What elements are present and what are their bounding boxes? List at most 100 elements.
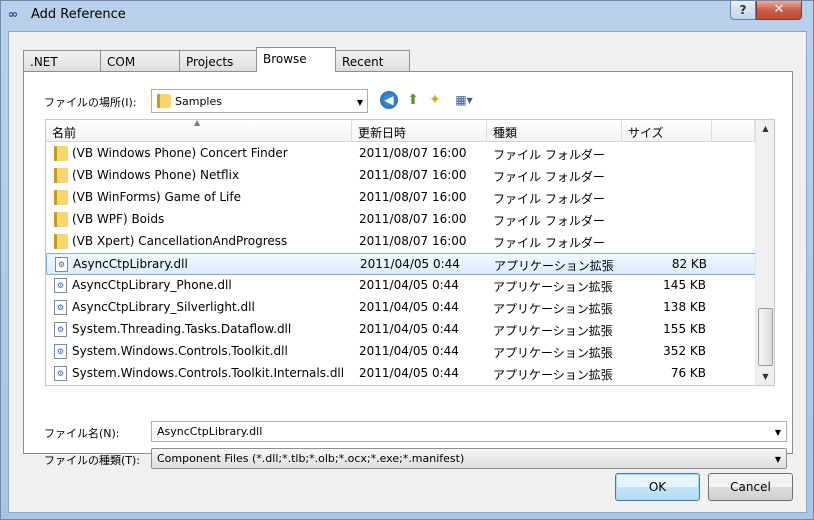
column-header-size[interactable]: サイズ — [622, 120, 712, 142]
up-folder-icon[interactable]: ⬆ — [404, 91, 422, 109]
file-row[interactable]: ⚙ System.Windows.Controls.Toolkit.dll 2011… — [46, 341, 756, 363]
help-button[interactable]: ? — [730, 1, 756, 20]
file-date: 2011/08/07 16:00 — [359, 212, 467, 226]
folder-icon — [54, 234, 68, 249]
file-list: ▲ 名前 更新日時 種類 サイズ (VB Windows Phone) Conc… — [45, 119, 775, 386]
file-name: (VB WPF) Boids — [72, 212, 165, 226]
views-menu-icon[interactable]: ▦▾ — [450, 91, 478, 109]
tab-projects[interactable]: Projects — [179, 50, 257, 72]
ok-button[interactable]: OK — [615, 473, 700, 501]
file-type: ファイル フォルダー — [493, 170, 605, 184]
file-type: アプリケーション拡張 — [493, 280, 613, 294]
back-icon[interactable]: ◀ — [380, 91, 398, 109]
filetype-label: ファイルの種類(T): — [44, 454, 141, 467]
dialog-body: .NET COM Projects Browse Recent ファイルの場所(… — [8, 31, 807, 513]
chevron-down-icon: ▼ — [774, 455, 781, 464]
filetype-value: Component Files (*.dll;*.tlb;*.olb;*.ocx… — [157, 452, 465, 465]
file-name: System.Threading.Tasks.Dataflow.dll — [72, 322, 292, 336]
file-size: 138 KB — [663, 300, 706, 314]
window-title: Add Reference — [31, 7, 126, 22]
scroll-thumb[interactable] — [758, 308, 773, 366]
column-header-label: 名前 — [52, 126, 77, 140]
file-date: 2011/08/07 16:00 — [359, 234, 467, 248]
file-row[interactable]: (VB Windows Phone) Concert Finder 2011/08… — [46, 143, 756, 165]
chevron-down-icon[interactable]: ▼ — [775, 428, 781, 437]
file-name: (VB Xpert) CancellationAndProgress — [72, 234, 288, 248]
visual-studio-icon: ∞ — [8, 7, 18, 21]
column-header-type[interactable]: 種類 — [487, 120, 622, 142]
file-date: 2011/08/07 16:00 — [359, 168, 467, 182]
file-name: AsyncCtpLibrary.dll — [73, 257, 188, 271]
tab-com[interactable]: COM — [100, 50, 180, 72]
tab-browse[interactable]: Browse — [256, 47, 336, 72]
file-row[interactable]: (VB Xpert) CancellationAndProgress 2011/0… — [46, 231, 756, 253]
file-name: (VB WinForms) Game of Life — [72, 190, 242, 204]
file-date: 2011/04/05 0:44 — [359, 366, 459, 380]
file-size: 82 KB — [671, 257, 707, 271]
scroll-up-icon[interactable]: ▲ — [756, 120, 774, 137]
file-date: 2011/04/05 0:44 — [359, 278, 459, 292]
file-type: ファイル フォルダー — [493, 214, 605, 228]
browse-panel: ファイルの場所(I): Samples ▼ ◀ ⬆ ✦ ▦▾ ▲ 名前 更新日時… — [23, 71, 793, 469]
folder-icon — [54, 146, 68, 161]
sort-ascending-icon: ▲ — [194, 119, 201, 127]
file-type: アプリケーション拡張 — [494, 259, 614, 273]
file-date: 2011/04/05 0:44 — [359, 300, 459, 314]
dll-file-icon: ⚙ — [54, 366, 67, 381]
file-row[interactable]: (VB WPF) Boids 2011/08/07 16:00 ファイル フォルダー — [46, 209, 756, 231]
tab-net[interactable]: .NET — [23, 50, 101, 72]
file-row[interactable]: ⚙ AsyncCtpLibrary_Phone.dll 2011/04/05 0:4… — [46, 275, 756, 297]
tab-recent[interactable]: Recent — [335, 50, 410, 72]
column-header-date[interactable]: 更新日時 — [352, 120, 487, 142]
file-type: ファイル フォルダー — [493, 148, 605, 162]
file-row[interactable]: ⚙ AsyncCtpLibrary_Silverlight.dll 2011/04/… — [46, 297, 756, 319]
vertical-scrollbar[interactable]: ▲ ▼ — [755, 120, 774, 385]
file-date: 2011/08/07 16:00 — [359, 146, 467, 160]
title-bar[interactable]: ∞ Add Reference ? ✕ — [1, 1, 813, 29]
scroll-down-icon[interactable]: ▼ — [756, 368, 774, 385]
file-date: 2011/08/07 16:00 — [359, 190, 467, 204]
folder-icon — [54, 190, 68, 205]
file-type: アプリケーション拡張 — [493, 346, 613, 360]
location-value: Samples — [175, 95, 222, 108]
column-header-name[interactable]: ▲ 名前 — [46, 120, 352, 142]
file-name: (VB Windows Phone) Concert Finder — [72, 146, 288, 160]
file-date: 2011/04/05 0:44 — [359, 322, 459, 336]
new-folder-icon[interactable]: ✦ — [426, 91, 444, 109]
file-row[interactable]: (VB WinForms) Game of Life 2011/08/07 16:… — [46, 187, 756, 209]
file-row[interactable]: ⚙ System.Threading.Tasks.Dataflow.dll 2011… — [46, 319, 756, 341]
location-label: ファイルの場所(I): — [44, 96, 137, 109]
file-name: System.Windows.Controls.Toolkit.Internal… — [72, 366, 345, 380]
file-name: AsyncCtpLibrary_Phone.dll — [72, 278, 232, 292]
file-type: アプリケーション拡張 — [493, 324, 613, 338]
file-type: ファイル フォルダー — [493, 192, 605, 206]
folder-icon — [54, 168, 68, 183]
file-row[interactable]: (VB Windows Phone) Netflix 2011/08/07 16:… — [46, 165, 756, 187]
file-type: ファイル フォルダー — [493, 236, 605, 250]
file-name: AsyncCtpLibrary_Silverlight.dll — [72, 300, 255, 314]
file-type: アプリケーション拡張 — [493, 302, 613, 316]
dll-file-icon: ⚙ — [54, 344, 67, 359]
folder-icon — [54, 212, 68, 227]
file-size: 76 KB — [670, 366, 706, 380]
file-size: 145 KB — [663, 278, 706, 292]
filename-label: ファイル名(N): — [44, 427, 120, 440]
file-name: System.Windows.Controls.Toolkit.dll — [72, 344, 288, 358]
file-date: 2011/04/05 0:44 — [359, 344, 459, 358]
file-date: 2011/04/05 0:44 — [360, 257, 460, 271]
filetype-dropdown[interactable]: Component Files (*.dll;*.tlb;*.olb;*.ocx… — [151, 448, 787, 469]
cancel-button[interactable]: Cancel — [708, 473, 793, 501]
file-row[interactable]: ⚙ System.Windows.Controls.Toolkit.Interna… — [46, 363, 756, 385]
add-reference-dialog: ∞ Add Reference ? ✕ .NET COM Projects Br… — [0, 0, 814, 520]
dll-file-icon: ⚙ — [55, 257, 68, 272]
file-row[interactable]: ⚙ AsyncCtpLibrary.dll 2011/04/05 0:44 アプリケー… — [46, 253, 756, 275]
folder-icon — [157, 94, 171, 108]
file-type: アプリケーション拡張 — [493, 368, 613, 382]
chevron-down-icon: ▼ — [356, 98, 363, 107]
close-button[interactable]: ✕ — [756, 1, 802, 20]
location-dropdown[interactable]: Samples ▼ — [151, 89, 368, 113]
filename-input[interactable]: AsyncCtpLibrary.dll ▼ — [151, 421, 787, 442]
filename-value: AsyncCtpLibrary.dll — [157, 425, 263, 438]
dll-file-icon: ⚙ — [54, 278, 67, 293]
file-size: 155 KB — [663, 322, 706, 336]
